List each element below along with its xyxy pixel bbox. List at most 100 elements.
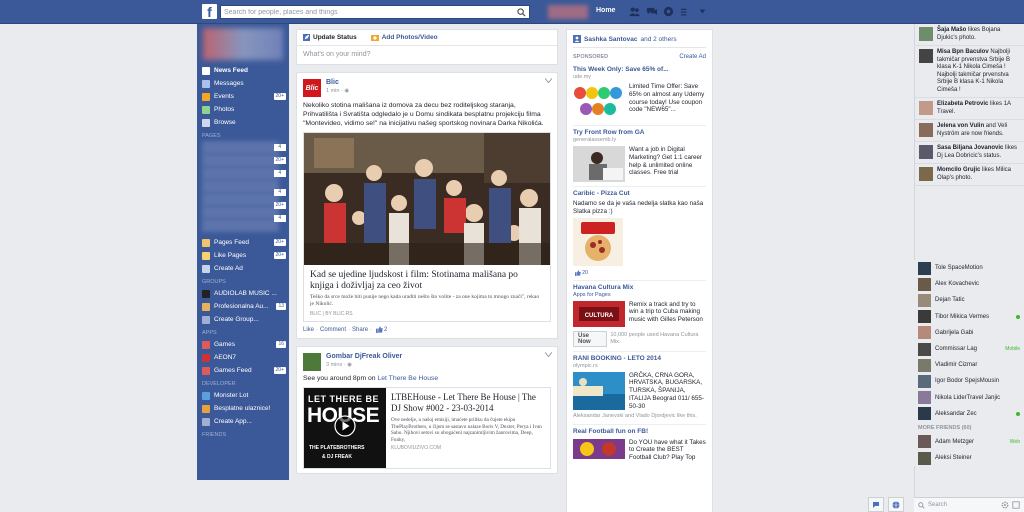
page-scrollbar[interactable] (905, 24, 914, 512)
post-timestamp[interactable]: 3 mins (326, 362, 342, 368)
event-link[interactable]: Let There Be House (377, 375, 438, 382)
sidebar-item-browse[interactable]: Browse (197, 116, 289, 129)
profile-chip[interactable] (548, 5, 588, 19)
chat-search-bar[interactable]: Search (914, 497, 1024, 512)
link-title[interactable]: Kad se ujedine ljudskost i film: Stotina… (304, 265, 550, 294)
sidebar-item-news-feed[interactable]: News Feed (197, 64, 289, 77)
chat-contact[interactable]: Aleksandar Zec (914, 406, 1024, 422)
ad-title[interactable]: Real Football fun on FB! (573, 428, 706, 436)
page-item[interactable] (202, 167, 279, 180)
friend-requests-row[interactable]: Sashka Santovac and 2 others (573, 30, 706, 48)
like-count[interactable]: 2 (376, 326, 387, 333)
compose-icon[interactable] (1012, 501, 1020, 509)
ad-likes[interactable]: 20 (575, 270, 706, 276)
ad-havana[interactable]: Havana Cultura Mix Apps for Pages CULTUR… (573, 281, 706, 352)
profile-link[interactable] (203, 28, 283, 60)
ad-title[interactable]: This Week Only: Save 65% of... (573, 66, 706, 74)
sidebar-item-create-ad[interactable]: Create Ad (197, 262, 289, 275)
ticker-item[interactable]: Sasa Biljana Jovanovic likes Dj Lea Dobr… (915, 142, 1024, 164)
ad-general-assembly[interactable]: Try Front Row from GA generalassemb.ly W… (573, 126, 706, 187)
chat-contact[interactable]: Igor Bodor SpejsMousin (914, 373, 1024, 389)
ad-udemy[interactable]: This Week Only: Save 65% of... ude.my Li… (573, 63, 706, 126)
chat-tab-button[interactable] (868, 497, 884, 512)
sidebar-item-group[interactable]: AUDIOLAB MUSIC ... (197, 287, 289, 300)
page-item[interactable] (202, 206, 279, 219)
page-item[interactable] (202, 154, 279, 167)
chevron-down-icon[interactable] (697, 6, 708, 17)
page-item[interactable] (202, 219, 279, 232)
sidebar-item-create-group[interactable]: Create Group... (197, 313, 289, 326)
share-link[interactable]: Share (352, 327, 368, 333)
chat-contact[interactable]: Aleksi Steiner (914, 450, 1024, 466)
ticker-item[interactable]: Elizabeta Petrovic likes 1A Travel. (915, 98, 1024, 120)
ad-olympic[interactable]: RANI BOOKING - LETO 2014 olympic.rs GRČK… (573, 352, 706, 425)
chat-contact[interactable]: Alex Kovachevic (914, 276, 1024, 292)
privacy-shortcuts-icon[interactable] (680, 6, 691, 17)
ad-title[interactable]: Havana Cultura Mix (573, 284, 706, 292)
chat-contact[interactable]: Gabrijela Gabi (914, 325, 1024, 341)
comment-link[interactable]: Comment (320, 327, 346, 333)
chat-contact[interactable]: Nikola LiderTravel Janjic (914, 390, 1024, 406)
chat-contact[interactable]: Vladimir Cizmar (914, 357, 1024, 373)
chat-search-input[interactable]: Search (928, 502, 947, 508)
gear-icon[interactable] (1001, 501, 1009, 509)
ticker-item[interactable]: Momcilo Grujic likes Milica Olap's photo… (915, 164, 1024, 186)
chat-contact[interactable]: Dejan Tatic (914, 292, 1024, 308)
others-link[interactable]: and 2 others (640, 36, 676, 43)
sidebar-item-messages[interactable]: Messages (197, 77, 289, 90)
chevron-down-icon[interactable] (545, 352, 552, 357)
sidebar-item-photos[interactable]: Photos (197, 103, 289, 116)
sidebar-item-games[interactable]: Games 16 (197, 338, 289, 351)
chat-contact[interactable]: Tibor Mikica Vermes (914, 309, 1024, 325)
sidebar-item-aeon7[interactable]: AEON7 (197, 351, 289, 364)
gombar-avatar[interactable] (303, 353, 321, 371)
video-thumbnail[interactable]: LET THERE BE HOUSE THE PLATEBROTHERS & D… (304, 388, 386, 468)
ad-title[interactable]: Caribic - Pizza Cut (573, 190, 706, 198)
link-preview[interactable]: LET THERE BE HOUSE THE PLATEBROTHERS & D… (303, 387, 551, 469)
facebook-logo[interactable]: f (202, 4, 217, 19)
use-now-button[interactable]: Use Now (573, 330, 608, 347)
page-item[interactable] (202, 141, 279, 154)
sidebar-item-events[interactable]: Events 20+ (197, 90, 289, 103)
sidebar-item-create-app[interactable]: Create App... (197, 415, 289, 428)
play-icon[interactable] (334, 415, 356, 437)
ad-football[interactable]: Real Football fun on FB! Do YOU have wha… (573, 425, 706, 466)
blic-avatar[interactable]: Blic (303, 79, 321, 97)
page-item[interactable] (202, 180, 279, 193)
ticker-item[interactable]: Šaja Mašo likes Bojana Djukic's photo. (915, 24, 1024, 46)
page-item[interactable] (202, 193, 279, 206)
sidebar-item-group[interactable]: Profesionalna Au... 13 (197, 300, 289, 313)
add-photos-tab[interactable]: Add Photos/Video (370, 34, 438, 41)
chat-contact[interactable]: Tole SpaceMotion (914, 260, 1024, 276)
globe-button[interactable] (888, 497, 904, 512)
ticker-item[interactable]: Jelena von Vulin and Veli Nyström are no… (915, 120, 1024, 142)
notifications-icon[interactable] (663, 6, 674, 17)
post-photo[interactable] (304, 133, 550, 265)
ticker-item[interactable]: Misa Bpn Baculov Najbolji takmičar prven… (915, 46, 1024, 98)
sidebar-item-monster-lot[interactable]: Monster Lot (197, 389, 289, 402)
link-title[interactable]: LTBEHouse - Let There Be House | The DJ … (391, 392, 545, 414)
create-ad-link[interactable]: Create Ad (679, 54, 706, 60)
link-preview[interactable]: Kad se ujedine ljudskost i film: Stotina… (303, 132, 551, 322)
status-input[interactable]: What's on your mind? (297, 46, 557, 64)
home-link[interactable]: Home (596, 7, 615, 14)
chat-contact[interactable]: Commissar Lag Mobile (914, 341, 1024, 357)
sidebar-item-besplatne-ulaznice[interactable]: Besplatne ulaznice! (197, 402, 289, 415)
sidebar-item-games-feed[interactable]: Games Feed 20+ (197, 364, 289, 377)
chat-contact[interactable]: Adam Metzger Web (914, 434, 1024, 450)
update-status-tab[interactable]: Update Status (303, 34, 357, 41)
messages-icon[interactable] (646, 6, 657, 17)
ad-title[interactable]: Try Front Row from GA (573, 129, 706, 137)
friend-name[interactable]: Sashka Santovac (584, 36, 637, 43)
like-link[interactable]: Like (303, 327, 314, 333)
search-input[interactable] (221, 6, 511, 18)
ad-caribic[interactable]: Caribic - Pizza Cut Nadamo se da je vaša… (573, 187, 706, 281)
sidebar-item-pages-feed[interactable]: Pages Feed 20+ (197, 236, 289, 249)
post-timestamp[interactable]: 1 min (326, 88, 339, 94)
sidebar-item-like-pages[interactable]: Like Pages 20+ (197, 249, 289, 262)
ad-title[interactable]: RANI BOOKING - LETO 2014 (573, 355, 706, 363)
chevron-down-icon[interactable] (545, 78, 552, 83)
search-box[interactable] (220, 5, 530, 19)
friend-requests-icon[interactable] (629, 6, 640, 17)
post-author[interactable]: Blic (326, 79, 349, 86)
